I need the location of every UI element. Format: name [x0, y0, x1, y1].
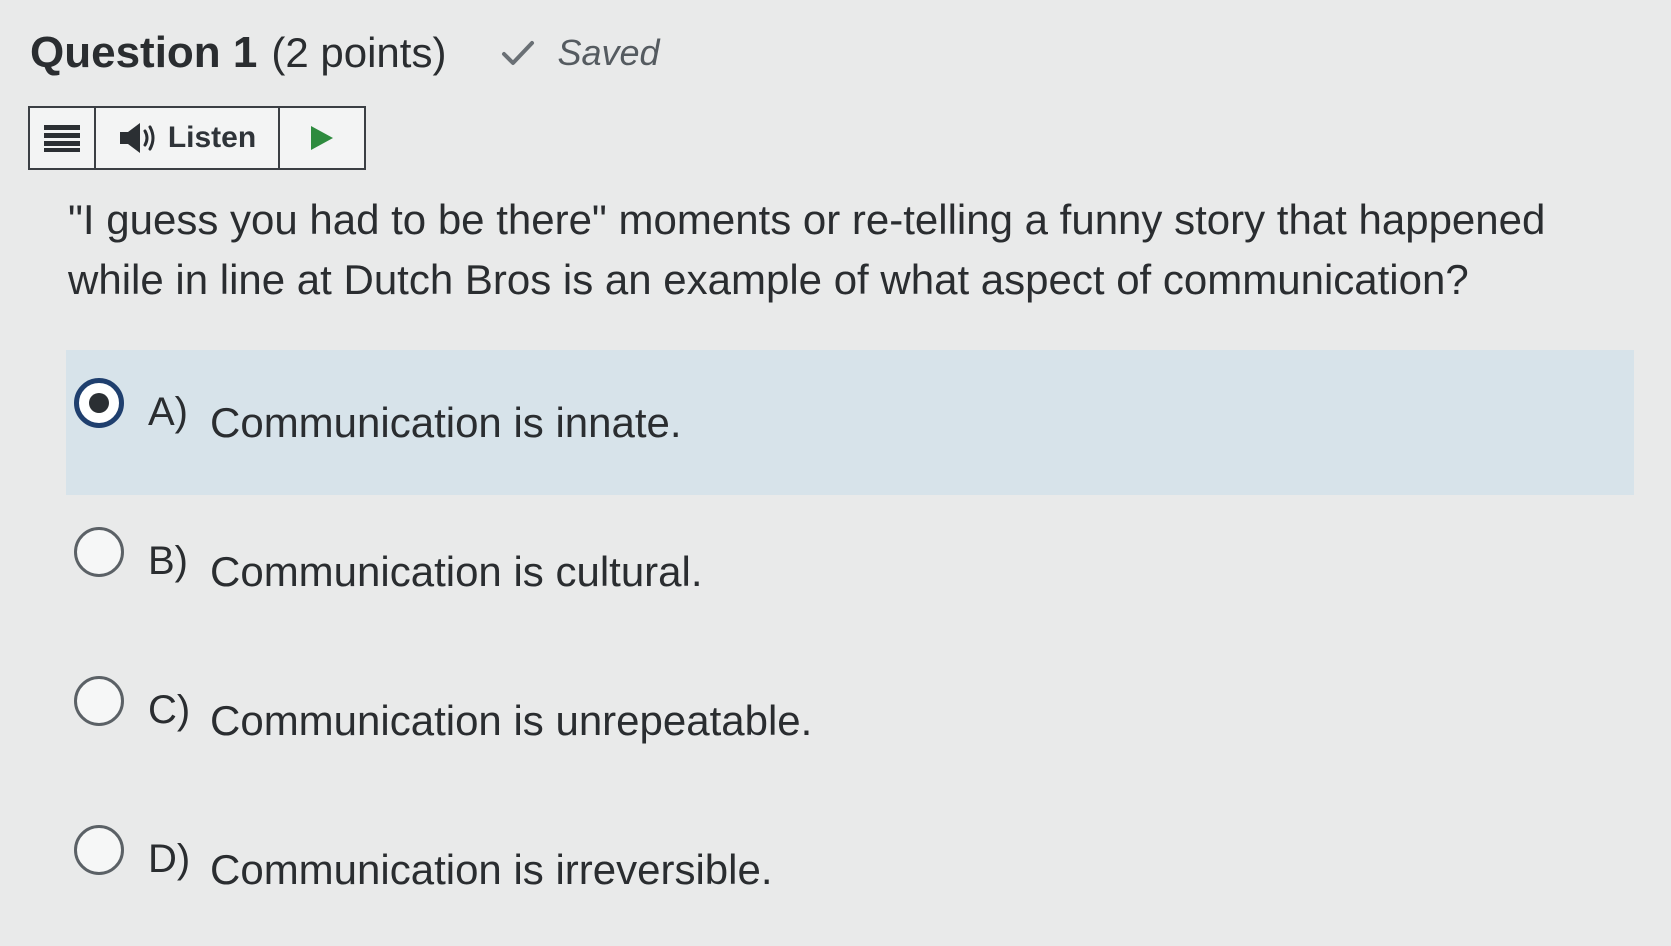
option-d[interactable]: D) Communication is irreversible.: [66, 797, 1634, 942]
menu-icon: [44, 125, 80, 152]
checkmark-icon: [502, 41, 535, 65]
radio-button[interactable]: [74, 526, 124, 577]
speaker-icon: [119, 123, 155, 153]
option-b[interactable]: B) Communication is cultural.: [66, 499, 1634, 644]
radio-button[interactable]: [74, 377, 124, 428]
saved-label: Saved: [557, 32, 660, 73]
question-title: Question 1: [30, 28, 258, 77]
option-letter: D): [148, 837, 191, 881]
listen-button[interactable]: Listen: [96, 108, 280, 168]
play-icon: [311, 126, 333, 150]
listen-label: Listen: [167, 121, 257, 154]
quiz-page: Question 1 (2 points) Saved Listen "I gu…: [0, 0, 1671, 928]
option-text: Communication is irreversible.: [210, 845, 773, 893]
option-letter: C): [148, 688, 191, 732]
option-a[interactable]: A) Communication is innate.: [66, 350, 1634, 495]
option-text: Communication is unrepeatable.: [210, 696, 813, 744]
saved-status: Saved: [501, 32, 660, 74]
option-text: Communication is innate.: [210, 398, 682, 446]
radio-button[interactable]: [74, 675, 124, 726]
option-text: Communication is cultural.: [210, 547, 703, 595]
radio-button[interactable]: [74, 824, 124, 875]
question-points: (2 points): [271, 29, 447, 76]
option-c[interactable]: C) Communication is unrepeatable.: [66, 648, 1634, 793]
option-letter: B): [148, 539, 188, 583]
answer-options: A) Communication is innate. B) Communica…: [66, 350, 1634, 946]
play-button[interactable]: [280, 108, 364, 168]
question-prompt: "I guess you had to be there" moments or…: [68, 196, 1546, 303]
option-letter: A): [148, 390, 188, 434]
question-header: Question 1 (2 points) Saved: [30, 28, 660, 78]
read-aloud-toolbar: Listen: [28, 106, 366, 170]
menu-button[interactable]: [30, 108, 96, 168]
